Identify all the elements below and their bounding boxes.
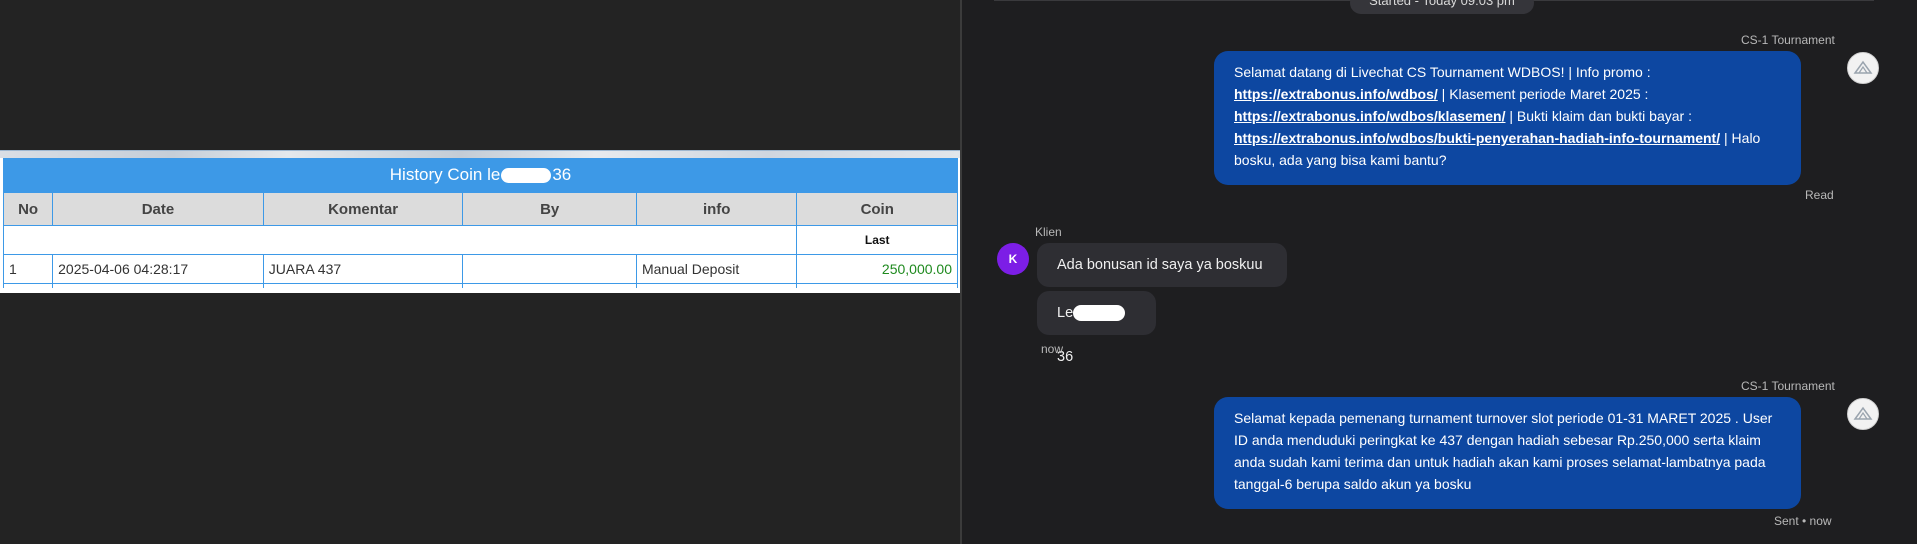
- history-coin-table: No Date Komentar By info Coin Last 1 202…: [2, 192, 958, 288]
- col-header-coin[interactable]: Coin: [796, 192, 958, 226]
- message-line: anda sudah kami terima dan untuk hadiah …: [1234, 454, 1766, 470]
- promo-link[interactable]: https://extrabonus.info/wdbos/: [1234, 86, 1438, 102]
- agent-name: CS-1 Tournament: [1741, 379, 1835, 393]
- client-name: Klien: [1035, 225, 1062, 239]
- client-message-bubble: Ada bonusan id saya ya boskuu: [1037, 243, 1287, 287]
- last-label: Last: [796, 225, 958, 255]
- sent-status: Sent • now: [1774, 514, 1832, 528]
- message-text: Selamat datang di Livechat CS Tournament…: [1234, 64, 1651, 80]
- chat-started-badge: Started - Today 09:03 pm: [1350, 0, 1534, 14]
- history-coin-panel: History Coin le 36 No Date Komentar By in…: [0, 150, 960, 293]
- client-message-bubble: Le36: [1037, 291, 1156, 365]
- cell-info: Manual Deposit: [635, 254, 798, 284]
- agent-avatar: [1847, 52, 1879, 84]
- col-header-by[interactable]: By: [462, 192, 637, 226]
- klasemen-link[interactable]: https://extrabonus.info/wdbos/klasemen/: [1234, 108, 1505, 124]
- read-status: Read: [1805, 188, 1834, 202]
- last-row-spacer: [2, 225, 798, 255]
- message-line: tanggal-6 berupa saldo akun ya bosku: [1234, 476, 1472, 492]
- message-line: Selamat kepada pemenang turnament turnov…: [1234, 410, 1773, 426]
- message-text: Le: [1057, 305, 1074, 321]
- map-background-strip: [0, 151, 960, 158]
- history-coin-title: History Coin le 36: [3, 158, 958, 192]
- title-prefix: History Coin le: [389, 165, 501, 184]
- table-row-partial: [2, 283, 958, 288]
- cell-coin: 250,000.00: [796, 254, 958, 284]
- agent-message-bubble: Selamat datang di Livechat CS Tournament…: [1214, 51, 1801, 185]
- message-text: bosku, ada yang bisa kami bantu?: [1234, 152, 1447, 168]
- agent-message-bubble: Selamat kepada pemenang turnament turnov…: [1214, 397, 1801, 509]
- message-text: | Halo: [1720, 130, 1761, 146]
- bukti-link[interactable]: https://extrabonus.info/wdbos/bukti-peny…: [1234, 130, 1720, 146]
- message-text: | Klasement periode Maret 2025 :: [1437, 86, 1649, 102]
- cell-by: [462, 254, 637, 284]
- last-row: Last: [2, 225, 958, 255]
- message-text: | Bukti klaim dan bukti bayar :: [1505, 108, 1692, 124]
- col-header-no[interactable]: No: [2, 192, 54, 226]
- col-header-date[interactable]: Date: [52, 192, 264, 226]
- message-line: ID anda menduduki peringkat ke 437 denga…: [1234, 432, 1761, 448]
- client-timestamp: now: [1041, 342, 1064, 356]
- cell-no: 1: [2, 254, 54, 284]
- col-header-info[interactable]: info: [635, 192, 798, 226]
- redaction-blur: [1073, 305, 1126, 322]
- chat-pane: Started - Today 09:03 pm CS-1 Tournament…: [962, 0, 1917, 544]
- agent-avatar: [1847, 398, 1879, 430]
- left-pane: History Coin le 36 No Date Komentar By in…: [0, 0, 960, 544]
- agent-name: CS-1 Tournament: [1741, 33, 1835, 47]
- redaction-blur: [501, 168, 552, 184]
- client-avatar: K: [997, 243, 1029, 275]
- cell-komentar: JUARA 437: [262, 254, 464, 284]
- agent-logo-icon: [1853, 406, 1873, 420]
- title-suffix: 36: [552, 165, 572, 184]
- table-row: 1 2025-04-06 04:28:17 JUARA 437 Manual D…: [2, 254, 958, 284]
- cell-date: 2025-04-06 04:28:17: [52, 254, 264, 284]
- col-header-komentar[interactable]: Komentar: [262, 192, 464, 226]
- agent-logo-icon: [1853, 60, 1873, 74]
